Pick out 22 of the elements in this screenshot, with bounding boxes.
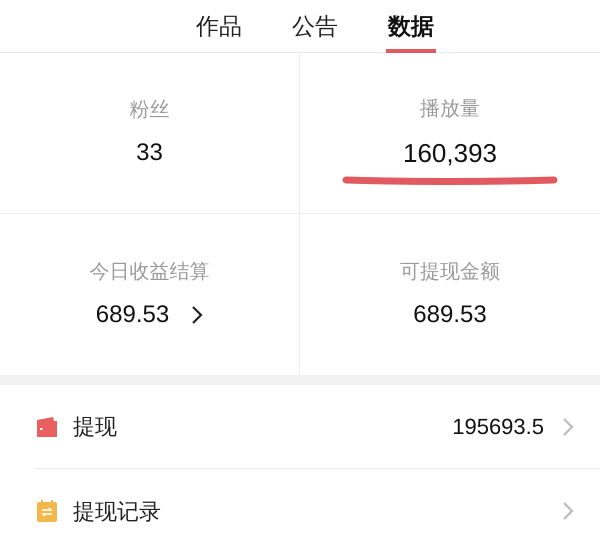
- stat-value: 689.53: [96, 300, 170, 330]
- stat-value: 160,393: [403, 136, 497, 170]
- wallet-icon: [35, 416, 59, 438]
- tab[interactable]: 作品: [194, 0, 244, 52]
- stat-label: 可提现金额: [400, 260, 500, 284]
- chevron-right-icon: [562, 416, 574, 436]
- active-tab-indicator: [386, 49, 436, 53]
- stat-value: 689.53: [413, 300, 487, 330]
- stat-label: 今日收益结算: [90, 260, 210, 284]
- menu-label: 提现: [73, 413, 117, 441]
- menu-row[interactable]: 提现记录: [35, 469, 600, 553]
- menu-row[interactable]: 提现 195693.5: [35, 385, 600, 469]
- stat-label: 播放量: [420, 96, 480, 122]
- tab[interactable]: 公告: [290, 0, 340, 52]
- calendar-icon: [35, 499, 59, 523]
- menu-value: 195693.5: [452, 413, 544, 441]
- menu-label: 提现记录: [73, 498, 161, 526]
- stat-value: 33: [136, 138, 163, 168]
- stat-label: 粉丝: [130, 98, 170, 123]
- tab[interactable]: 数据: [386, 0, 436, 52]
- chevron-right-icon: [562, 501, 574, 521]
- chevron-right-icon: [191, 304, 204, 324]
